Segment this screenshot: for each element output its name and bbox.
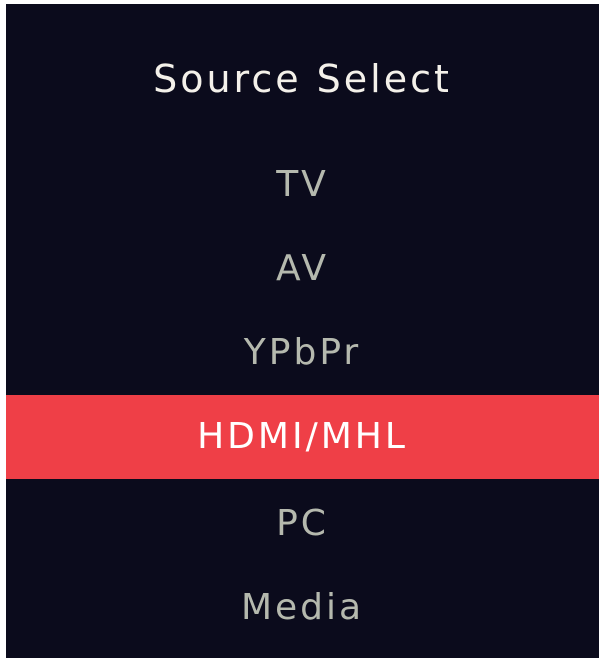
source-item-pc[interactable]: PC bbox=[6, 482, 599, 566]
source-item-av[interactable]: AV bbox=[6, 227, 599, 311]
source-select-menu: Source Select TV AV YPbPr HDMI/MHL PC Me… bbox=[6, 4, 599, 658]
menu-title: Source Select bbox=[153, 57, 452, 101]
source-item-hdmi-mhl[interactable]: HDMI/MHL bbox=[6, 395, 599, 479]
source-item-ypbpr[interactable]: YPbPr bbox=[6, 311, 599, 395]
source-item-media[interactable]: Media bbox=[6, 566, 599, 650]
source-item-tv[interactable]: TV bbox=[6, 143, 599, 227]
